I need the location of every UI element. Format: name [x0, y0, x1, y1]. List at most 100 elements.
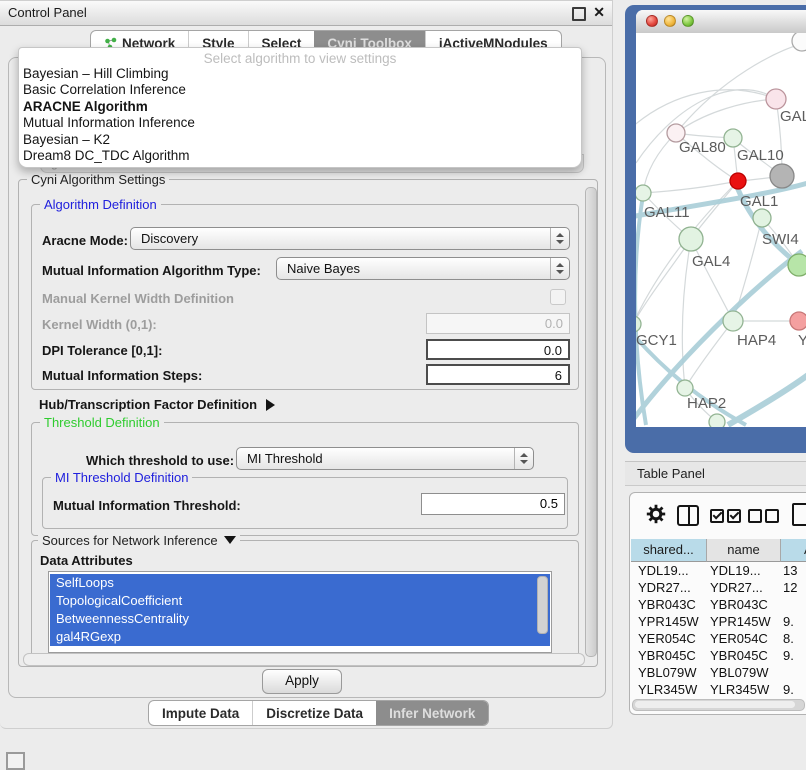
stepper-arrows-icon [550, 258, 569, 279]
algorithm-dropdown: Select algorithm to view settings Bayesi… [18, 47, 582, 168]
mi-type-value: Naive Bayes [287, 261, 360, 276]
algorithm-option[interactable]: Mutual Information Inference [19, 115, 581, 131]
column-header-name[interactable]: name [707, 539, 781, 562]
tab-discretize-data[interactable]: Discretize Data [252, 701, 376, 725]
control-panel-titlebar: Control Panel ✕ [0, 1, 612, 26]
list-vertical-scrollbar[interactable] [537, 576, 548, 634]
minimize-traffic-light-icon[interactable] [664, 15, 676, 27]
expander-right-icon [266, 399, 275, 411]
collapse-down-icon [224, 536, 236, 544]
close-icon[interactable]: ✕ [593, 4, 605, 21]
network-view-inner: GAL GAL80 GAL10 GAL1 GAL11 SWI4 GAL4 GCY… [636, 10, 806, 427]
table-panel: shared... name A YDL19...YDL19...13 YDR2… [629, 492, 806, 715]
settings-horizontal-scrollbar[interactable] [23, 653, 585, 666]
manual-kernel-checkbox[interactable] [550, 289, 566, 305]
aracne-mode-label: Aracne Mode: [42, 233, 128, 248]
node-label: GAL1 [740, 193, 778, 210]
node[interactable] [766, 89, 786, 109]
node-swi4[interactable] [788, 254, 806, 276]
algorithm-option[interactable]: Dream8 DC_TDC Algorithm [19, 148, 581, 164]
table-row[interactable]: YPR145WYPR145W9. [630, 614, 806, 631]
algorithm-option-highlighted[interactable]: ARACNE Algorithm [19, 99, 581, 115]
algorithm-option[interactable]: Bayesian – K2 [19, 132, 581, 148]
mi-threshold-label: Mutual Information Threshold: [53, 498, 241, 513]
aracne-mode-combo[interactable]: Discovery [130, 227, 570, 250]
node[interactable] [753, 209, 771, 227]
node[interactable] [792, 33, 806, 51]
document-icon[interactable] [792, 503, 806, 526]
table-row[interactable]: YBR043CYBR043C [630, 597, 806, 614]
tab-impute-data[interactable]: Impute Data [149, 701, 252, 725]
cell: 12 [783, 580, 797, 595]
float-window-icon[interactable] [572, 7, 586, 21]
algorithm-option[interactable]: Basic Correlation Inference [19, 82, 581, 98]
select-all-checkboxes-icon[interactable] [710, 509, 744, 528]
column-header-shared[interactable]: shared... [631, 539, 707, 562]
list-item[interactable]: TopologicalCoefficient [50, 592, 550, 610]
column-layout-icon[interactable] [677, 505, 699, 526]
node-gray[interactable] [770, 164, 794, 188]
mi-type-combo[interactable]: Naive Bayes [276, 257, 570, 280]
cell: 8. [783, 631, 794, 646]
node-gcy1[interactable] [636, 316, 641, 332]
table-row[interactable]: YBL079WYBL079W [630, 665, 806, 682]
node-hap2[interactable] [677, 380, 693, 396]
mi-steps-label: Mutual Information Steps: [42, 368, 202, 383]
table-row[interactable]: YLR345WYLR345W9. [630, 682, 806, 699]
zoom-traffic-light-icon[interactable] [682, 15, 694, 27]
cell: 9. [783, 682, 794, 697]
apply-button[interactable]: Apply [262, 669, 342, 694]
gear-icon[interactable] [646, 504, 666, 524]
cell: YPR145W [638, 614, 704, 629]
node[interactable] [709, 414, 725, 427]
hub-factor-expander[interactable]: Hub/Transcription Factor Definition [39, 396, 275, 414]
table-row[interactable]: YDL19...YDL19...13 [630, 563, 806, 580]
column-header-partial[interactable]: A [781, 539, 806, 562]
node-gal11[interactable] [636, 185, 651, 201]
network-nodes[interactable] [636, 33, 806, 427]
deselect-all-checkboxes-icon[interactable] [748, 509, 782, 528]
list-item[interactable]: BetweennessCentrality [50, 610, 550, 628]
table-horizontal-scrollbar[interactable] [632, 699, 805, 711]
tab-label: Impute Data [162, 702, 239, 725]
threshold-definition-group: Threshold Definition Which threshold to … [31, 422, 579, 536]
dpi-tolerance-field[interactable]: 0.0 [426, 339, 570, 360]
stepper-arrows-icon [514, 448, 533, 469]
table-row[interactable]: YER054CYER054C8. [630, 631, 806, 648]
sources-group-toggle[interactable]: Sources for Network Inference [38, 533, 240, 548]
tab-infer-network[interactable]: Infer Network [376, 701, 488, 725]
cell: YER054C [710, 631, 776, 646]
cyni-bottom-tabbar: Impute Data Discretize Data Infer Networ… [148, 700, 489, 726]
algorithm-definition-title: Algorithm Definition [40, 197, 161, 212]
kernel-width-field[interactable]: 0.0 [426, 313, 570, 334]
node-label: HAP2 [687, 395, 726, 412]
mi-steps-field[interactable]: 6 [426, 364, 570, 385]
node-hap4[interactable] [723, 311, 743, 331]
panel-grip-icon[interactable] [6, 752, 25, 770]
algorithm-option[interactable]: Bayesian – Hill Climbing [19, 66, 581, 82]
table-panel-header: Table Panel [625, 461, 806, 486]
cell: YDL19... [710, 563, 776, 578]
list-item[interactable]: gal4RGexp [50, 628, 550, 646]
mi-threshold-field[interactable]: 0.5 [421, 493, 565, 515]
data-attributes-list: SelfLoops TopologicalCoefficient Between… [48, 571, 552, 653]
settings-vertical-scrollbar[interactable] [585, 187, 597, 657]
table-row[interactable]: YDR27...YDR27...12 [630, 580, 806, 597]
table-row[interactable]: YBR045CYBR045C9. [630, 648, 806, 665]
node-salmon[interactable] [790, 312, 806, 330]
settings-group-title: Cyni Algorithm Settings [27, 172, 169, 187]
tab-label: Discretize Data [266, 702, 363, 725]
mi-threshold-group-title: MI Threshold Definition [51, 470, 192, 485]
node-gal4[interactable] [679, 227, 703, 251]
node-label: GAL [780, 108, 806, 125]
network-window-titlebar[interactable] [636, 10, 806, 34]
which-threshold-combo[interactable]: MI Threshold [236, 447, 534, 470]
stepper-arrows-icon [550, 228, 569, 249]
node-gal1-selected[interactable] [730, 173, 746, 189]
node-gal10[interactable] [724, 129, 742, 147]
cell: YBL079W [710, 665, 776, 680]
node-label: GAL11 [644, 204, 690, 221]
close-traffic-light-icon[interactable] [646, 15, 658, 27]
list-item[interactable]: SelfLoops [50, 574, 550, 592]
network-canvas[interactable]: GAL GAL80 GAL10 GAL1 GAL11 SWI4 GAL4 GCY… [636, 33, 806, 427]
